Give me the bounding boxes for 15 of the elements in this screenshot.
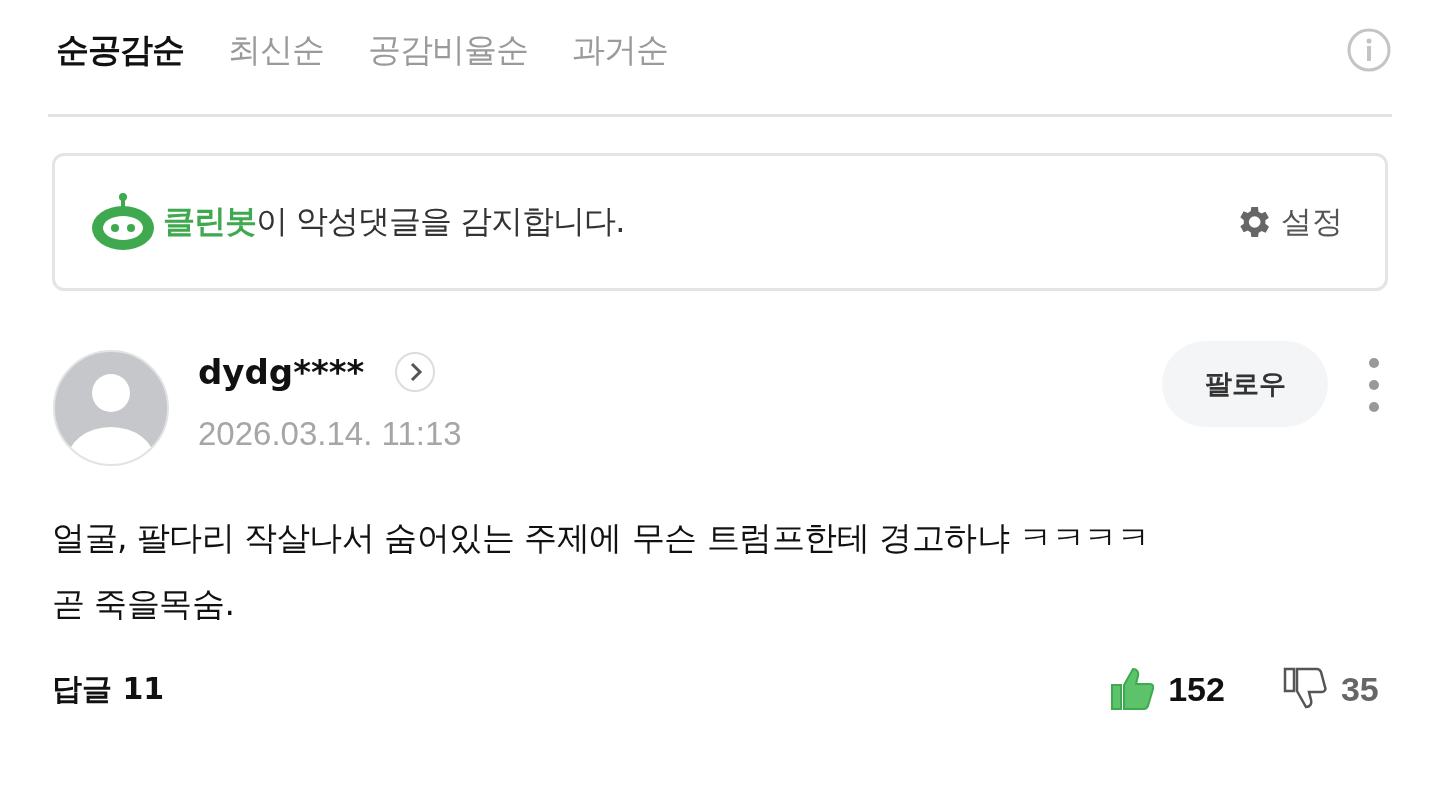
replies-button[interactable]: 답글 11 bbox=[52, 668, 165, 710]
username: dydg**** bbox=[198, 352, 365, 392]
like-button[interactable]: 152 bbox=[1110, 667, 1225, 711]
chevron-right-icon[interactable] bbox=[394, 351, 437, 393]
comment-text: 얼굴, 팔다리 작살나서 숨어있는 주제에 무슨 트럼프한테 경고하냐 ㅋㅋㅋㅋ 곧 죽을목숨. bbox=[52, 517, 1151, 625]
sort-tab[interactable]: 순공감순 bbox=[56, 27, 228, 87]
info-icon[interactable] bbox=[1346, 27, 1392, 73]
avatar-icon bbox=[52, 349, 170, 467]
follow-button[interactable]: 팔로우 bbox=[1162, 341, 1328, 427]
comment-date: 2026.03.14. 11:13 bbox=[198, 415, 462, 453]
settings-button[interactable]: 설정 bbox=[1227, 200, 1349, 244]
robot-icon bbox=[91, 192, 155, 252]
dislike-button[interactable]: 35 bbox=[1282, 667, 1379, 711]
cleanbot-message: 클린봇이 악성댓글을 감지합니다. bbox=[163, 201, 625, 242]
thumbs-down-icon bbox=[1282, 667, 1327, 711]
